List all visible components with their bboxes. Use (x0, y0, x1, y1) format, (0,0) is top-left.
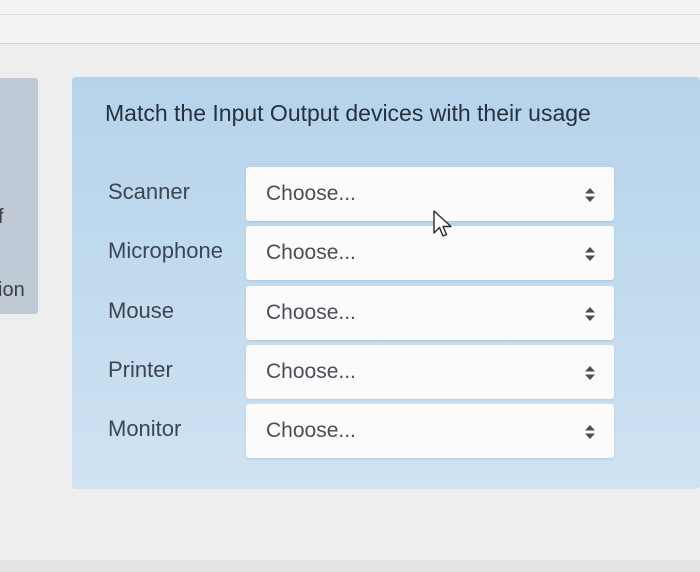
up-down-arrow-icon (585, 188, 595, 202)
up-down-arrow-icon (585, 247, 595, 261)
select-value: Choose... (266, 182, 356, 205)
up-down-arrow-icon (585, 366, 595, 380)
select-value: Choose... (266, 301, 356, 324)
match-select-printer[interactable]: Choose... (246, 345, 614, 399)
select-value: Choose... (266, 241, 356, 264)
question-card: Match the Input Output devices with thei… (72, 77, 700, 489)
question-title: Match the Input Output devices with thei… (105, 100, 591, 126)
divider-line (0, 43, 700, 44)
match-select-microphone[interactable]: Choose... (246, 226, 614, 280)
match-select-mouse[interactable]: Choose... (246, 286, 614, 340)
mouse-pointer-icon (433, 210, 452, 237)
match-label-scanner: Scanner (108, 179, 190, 204)
select-value: Choose... (266, 360, 356, 383)
bottom-strip (0, 560, 700, 572)
match-select-monitor[interactable]: Choose... (246, 404, 614, 458)
match-label-microphone: Microphone (108, 238, 223, 263)
select-value: Choose... (266, 419, 356, 442)
match-label-printer: Printer (108, 357, 173, 382)
top-bar (0, 0, 700, 44)
match-label-mouse: Mouse (108, 298, 175, 323)
up-down-arrow-icon (585, 425, 595, 439)
left-panel-text-fragment: f (0, 206, 4, 228)
match-label-monitor: Monitor (108, 416, 182, 441)
match-select-scanner[interactable]: Choose... (246, 167, 614, 221)
up-down-arrow-icon (585, 307, 595, 321)
divider-line (0, 14, 700, 15)
left-panel-text-fragment: ion (0, 279, 25, 301)
